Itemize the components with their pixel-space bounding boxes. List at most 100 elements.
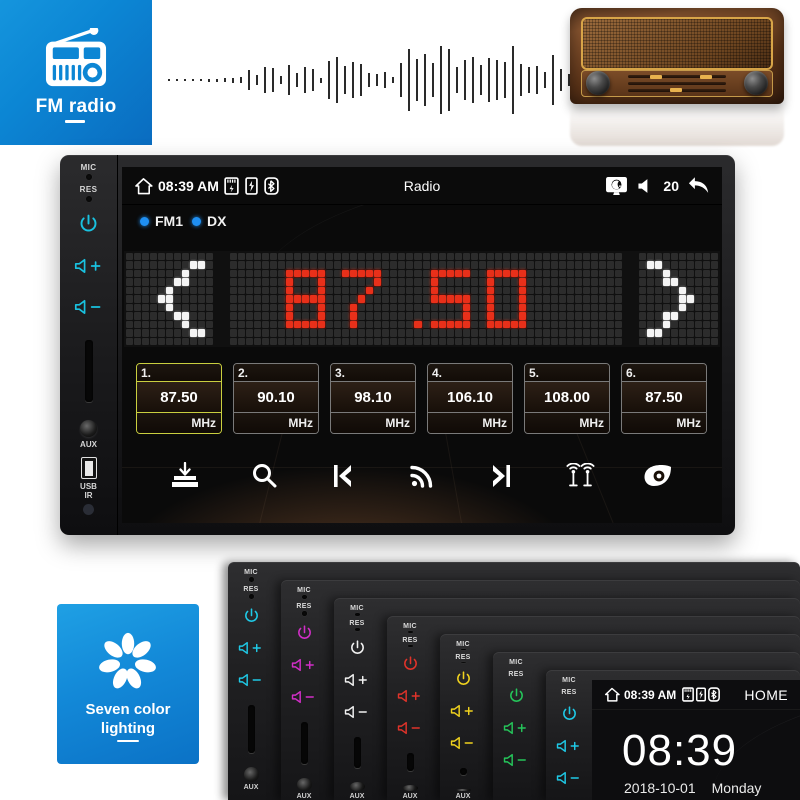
matrix-pixel xyxy=(662,253,670,261)
home-label[interactable]: HOME xyxy=(744,687,788,703)
matrix-pixel xyxy=(190,337,198,345)
matrix-pixel xyxy=(590,261,598,269)
volume-value: 20 xyxy=(663,177,679,194)
reset-button[interactable] xyxy=(301,611,307,616)
matrix-pixel xyxy=(550,286,558,295)
antenna-local-icon[interactable] xyxy=(558,457,602,495)
sd-card-slot[interactable] xyxy=(459,768,467,775)
sd-card-slot[interactable] xyxy=(353,737,361,768)
sd-card-slot[interactable] xyxy=(406,752,414,772)
matrix-pixel xyxy=(414,312,422,320)
matrix-pixel xyxy=(686,312,694,320)
volume-up-button[interactable] xyxy=(74,258,104,277)
sd-card-slot[interactable] xyxy=(247,705,255,753)
seven-color-line1: Seven color xyxy=(85,701,171,718)
preset-button-2[interactable]: 2. 90.10 MHz xyxy=(233,363,319,434)
matrix-pixel xyxy=(422,269,430,278)
screen-off-icon[interactable] xyxy=(605,176,628,196)
volume-up-button[interactable] xyxy=(556,739,582,755)
reset-button[interactable] xyxy=(248,594,254,599)
reset-button[interactable] xyxy=(354,628,360,632)
matrix-pixel xyxy=(158,286,166,295)
volume-down-button[interactable] xyxy=(450,736,476,752)
aux-jack[interactable] xyxy=(243,767,259,782)
volume-down-button[interactable] xyxy=(74,299,104,318)
volume-up-button[interactable] xyxy=(450,704,476,720)
home-icon[interactable] xyxy=(604,687,620,702)
matrix-pixel xyxy=(438,261,446,269)
power-icon[interactable] xyxy=(243,607,260,627)
waveform-bar xyxy=(264,67,266,93)
aux-jack[interactable] xyxy=(80,420,97,437)
preset-button-3[interactable]: 3. 98.10 MHz xyxy=(330,363,416,434)
matrix-pixel xyxy=(510,337,518,345)
preset-number: 6. xyxy=(622,364,706,382)
matrix-pixel xyxy=(534,253,542,261)
matrix-pixel xyxy=(486,295,494,303)
matrix-pixel xyxy=(326,295,334,303)
preset-button-6[interactable]: 6. 87.50 MHz xyxy=(621,363,707,434)
preset-button-4[interactable]: 4. 106.10 MHz xyxy=(427,363,513,434)
volume-down-button[interactable] xyxy=(344,705,370,721)
matrix-pixel xyxy=(414,261,422,269)
matrix-pixel xyxy=(558,278,566,286)
usb-label: USB xyxy=(80,482,97,491)
volume-down-button[interactable] xyxy=(397,721,423,737)
power-icon[interactable] xyxy=(508,687,525,707)
band-item-dx[interactable]: DX xyxy=(192,213,226,229)
power-icon[interactable] xyxy=(455,670,472,690)
ir-receiver xyxy=(83,504,94,515)
matrix-pixel xyxy=(638,337,646,345)
sd-card-slot[interactable] xyxy=(300,721,308,764)
volume-down-button[interactable] xyxy=(556,771,582,787)
matrix-pixel xyxy=(214,261,221,268)
volume-down-button[interactable] xyxy=(291,690,317,706)
home-icon[interactable] xyxy=(134,177,153,195)
reset-button[interactable] xyxy=(407,644,413,647)
next-station-icon[interactable] xyxy=(479,457,523,495)
volume-up-button[interactable] xyxy=(503,721,529,737)
volume-down-button[interactable] xyxy=(503,753,529,769)
matrix-pixel xyxy=(278,329,286,337)
usb-port[interactable] xyxy=(80,457,97,479)
back-arrow-icon[interactable] xyxy=(688,176,710,195)
previous-station-icon[interactable] xyxy=(321,457,365,495)
matrix-pixel xyxy=(710,295,718,303)
preset-button-1[interactable]: 1. 87.50 MHz xyxy=(136,363,222,434)
aux-jack[interactable] xyxy=(402,785,418,791)
preset-button-5[interactable]: 5. 108.00 MHz xyxy=(524,363,610,434)
matrix-pixel xyxy=(134,312,142,320)
matrix-pixel xyxy=(510,320,518,329)
volume-icon[interactable] xyxy=(637,178,654,194)
matrix-pixel xyxy=(270,312,278,320)
eye-stereo-icon[interactable] xyxy=(636,457,680,495)
reset-button[interactable] xyxy=(460,661,466,663)
volume-up-button[interactable] xyxy=(291,658,317,674)
matrix-pixel xyxy=(222,304,229,311)
rss-signal-icon[interactable] xyxy=(400,457,444,495)
power-icon[interactable] xyxy=(561,705,578,725)
matrix-pixel xyxy=(502,253,510,261)
power-icon[interactable] xyxy=(402,655,419,675)
volume-up-button[interactable] xyxy=(344,673,370,689)
matrix-pixel xyxy=(654,320,662,329)
save-preset-icon[interactable] xyxy=(163,457,207,495)
matrix-pixel xyxy=(222,295,229,302)
volume-up-button[interactable] xyxy=(238,641,264,657)
aux-jack[interactable] xyxy=(349,781,365,792)
matrix-pixel xyxy=(350,329,358,337)
volume-down-button[interactable] xyxy=(238,673,264,689)
aux-jack[interactable] xyxy=(296,777,312,792)
power-icon[interactable] xyxy=(349,639,366,659)
search-scan-icon[interactable] xyxy=(242,457,286,495)
band-item-fm1[interactable]: FM1 xyxy=(140,213,183,229)
sd-card-slot[interactable] xyxy=(84,340,93,402)
matrix-pixel xyxy=(310,320,318,329)
matrix-pixel xyxy=(582,278,590,286)
volume-up-button[interactable] xyxy=(397,689,423,705)
reset-button[interactable] xyxy=(85,196,92,202)
aux-jack[interactable] xyxy=(455,788,471,792)
power-icon[interactable] xyxy=(78,213,99,238)
power-icon[interactable] xyxy=(296,624,313,644)
matrix-pixel xyxy=(382,295,390,303)
